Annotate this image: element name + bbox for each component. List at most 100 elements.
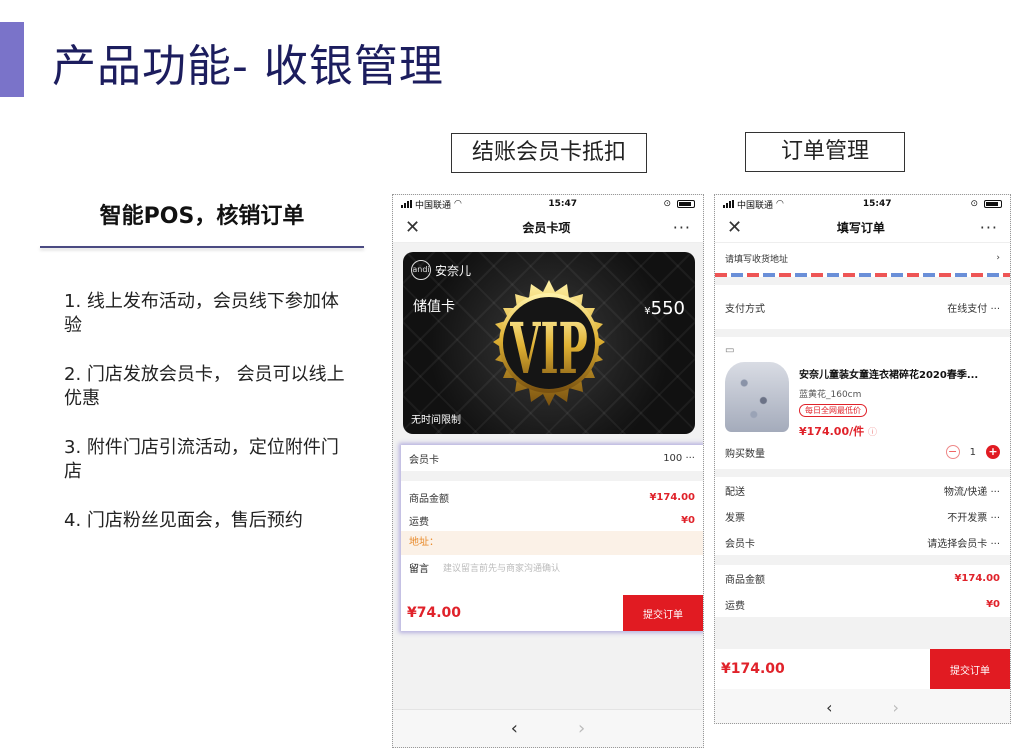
clock: 15:47 xyxy=(862,199,892,209)
plus-icon[interactable]: + xyxy=(986,445,1000,459)
order-total: ¥74.00 xyxy=(407,605,462,621)
goods-amount-row: 商品金额 ¥174.00 xyxy=(715,565,1010,591)
close-icon[interactable]: ✕ xyxy=(727,218,742,237)
lock-rotation-icon: ⊙ xyxy=(970,199,978,209)
brand-logo: andi xyxy=(411,260,431,280)
signal-icon xyxy=(401,200,412,208)
note-row: 留言 建议留言前先与商家沟通确认 xyxy=(401,555,703,579)
back-icon[interactable]: ‹ xyxy=(826,698,832,717)
member-card-label: 会员卡 xyxy=(409,454,439,466)
forward-icon[interactable]: › xyxy=(578,718,585,739)
title-accent-bar xyxy=(0,22,24,97)
amount-block: 商品金额 ¥174.00 运费 ¥0 xyxy=(715,565,1010,617)
status-bar: 中国联通 ◠ 15:47 ⊙ xyxy=(715,195,1010,213)
store-icon: ▭ xyxy=(725,345,735,356)
payment-block: 支付方式 在线支付 ··· xyxy=(715,285,1010,329)
card-type: 储值卡 xyxy=(413,299,455,315)
member-card-panel: 会员卡 100 ··· 商品金额 ¥174.00 运费 ¥0 地址： 留言 建议… xyxy=(401,445,703,631)
label-order-management: 订单管理 xyxy=(745,132,905,172)
address-row[interactable]: 地址： xyxy=(401,531,703,555)
invoice-value: 不开发票 ··· xyxy=(947,512,1000,524)
note-label: 留言 xyxy=(409,563,429,575)
browser-bottom-nav: ‹ › xyxy=(715,689,1010,723)
goods-amount-label: 商品金额 xyxy=(725,574,765,586)
product-item[interactable]: 安奈儿童装女童连衣裙碎花2020春季... 蓝黄花_160cm 每日全网最低价 … xyxy=(715,356,1010,439)
minus-icon[interactable]: − xyxy=(945,445,960,459)
card-validity: 无时间限制 xyxy=(411,415,461,426)
feature-divider xyxy=(40,246,364,248)
card-balance: ¥550 xyxy=(644,298,685,319)
quantity-stepper: − 1 + xyxy=(945,445,1000,459)
goods-amount-value: ¥174.00 xyxy=(954,572,1000,584)
product-name: 安奈儿童装女童连衣裙碎花2020春季... xyxy=(799,370,979,381)
member-card-value: 100 ··· xyxy=(663,452,695,464)
forward-icon[interactable]: › xyxy=(893,698,899,717)
submit-order-button[interactable]: 提交订单 xyxy=(930,649,1010,689)
phone-member-card-screen: 中国联通 ◠ 15:47 ⊙ ✕ 会员卡项 ··· andi 安奈儿 储值卡 ¥… xyxy=(392,194,704,748)
feature-item: 3. 附件门店引流活动，定位附件门店 xyxy=(64,437,339,482)
shipping-label: 运费 xyxy=(725,600,745,612)
nav-bar: ✕ 会员卡项 ··· xyxy=(393,213,703,243)
delivery-row[interactable]: 配送 物流/快递 ··· xyxy=(715,477,1010,503)
label-member-card-deduction: 结账会员卡抵扣 xyxy=(451,133,647,173)
lock-rotation-icon: ⊙ xyxy=(663,199,671,209)
feature-item: 1. 线上发布活动，会员线下参加体验 xyxy=(64,291,339,336)
payment-method-label: 支付方式 xyxy=(725,303,765,315)
card-brand: 安奈儿 xyxy=(435,264,472,278)
order-total: ¥174.00 xyxy=(721,661,785,677)
carrier-label: 中国联通 xyxy=(737,200,774,211)
submit-bar: ¥174.00 提交订单 xyxy=(715,649,1010,689)
note-input[interactable]: 建议留言前先与商家沟通确认 xyxy=(443,561,560,574)
payment-method-value: 在线支付 ··· xyxy=(947,303,1000,315)
shipping-row: 运费 ¥0 xyxy=(401,509,703,531)
shipping-value: ¥0 xyxy=(986,598,1000,610)
submit-bar: ¥74.00 提交订单 xyxy=(401,595,703,631)
battery-icon xyxy=(983,200,1002,208)
quantity-label: 购买数量 xyxy=(725,448,765,460)
invoice-label: 发票 xyxy=(725,512,745,524)
invoice-row[interactable]: 发票 不开发票 ··· xyxy=(715,503,1010,529)
product-block: ▭ 安奈儿童装女童连衣裙碎花2020春季... 蓝黄花_160cm 每日全网最低… xyxy=(715,337,1010,469)
lowest-price-badge: 每日全网最低价 xyxy=(799,404,867,417)
close-icon[interactable]: ✕ xyxy=(405,218,420,237)
quantity-row: 购买数量 − 1 + xyxy=(715,439,1010,465)
member-card-row[interactable]: 会员卡 请选择会员卡 ··· xyxy=(715,529,1010,555)
feature-heading: 智能POS，核销订单 xyxy=(99,204,305,229)
back-icon[interactable]: ‹ xyxy=(511,718,518,739)
goods-amount-label: 商品金额 xyxy=(409,493,449,505)
signal-icon xyxy=(723,200,734,208)
vip-card[interactable]: andi 安奈儿 储值卡 ¥550 VIP 无时间限制 xyxy=(403,252,695,434)
wifi-icon: ◠ xyxy=(454,199,462,209)
carrier-label: 中国联通 xyxy=(415,200,452,211)
goods-amount-row: 商品金额 ¥174.00 xyxy=(401,485,703,509)
more-icon[interactable]: ··· xyxy=(980,218,998,237)
more-icon[interactable]: ··· xyxy=(673,218,691,237)
wifi-icon: ◠ xyxy=(776,199,784,209)
product-price: ¥174.00/件 ⓘ xyxy=(799,425,877,438)
shipping-label: 运费 xyxy=(409,516,429,528)
product-image xyxy=(725,362,789,432)
options-block: 配送 物流/快递 ··· 发票 不开发票 ··· 会员卡 请选择会员卡 ··· xyxy=(715,477,1010,555)
browser-bottom-nav: ‹ › xyxy=(393,709,703,747)
goods-amount-value: ¥174.00 xyxy=(649,491,695,503)
vip-emblem: VIP xyxy=(493,280,605,406)
member-card-row[interactable]: 会员卡 100 ··· xyxy=(401,445,703,471)
nav-title: 会员卡项 xyxy=(522,221,571,235)
feature-list: 1. 线上发布活动，会员线下参加体验 2. 门店发放会员卡， 会员可以线上优惠 … xyxy=(64,290,354,558)
address-row[interactable]: 请填写收货地址 › xyxy=(715,243,1010,273)
feature-item: 4. 门店粉丝见面会，售后预约 xyxy=(64,510,303,531)
nav-title: 填写订单 xyxy=(836,221,885,235)
slide-title: 产品功能- 收银管理 xyxy=(52,41,444,92)
payment-method-row[interactable]: 支付方式 在线支付 ··· xyxy=(715,285,1010,329)
submit-order-button[interactable]: 提交订单 xyxy=(623,595,703,631)
delivery-label: 配送 xyxy=(725,486,745,498)
quantity-value: 1 xyxy=(969,446,976,458)
member-card-label: 会员卡 xyxy=(725,538,755,550)
info-icon: ⓘ xyxy=(867,428,877,438)
delivery-value: 物流/快递 ··· xyxy=(943,486,1000,498)
vip-emblem-text: VIP xyxy=(510,309,588,391)
feature-item: 2. 门店发放会员卡， 会员可以线上优惠 xyxy=(64,364,345,409)
shipping-row: 运费 ¥0 xyxy=(715,591,1010,617)
phone-order-screen: 中国联通 ◠ 15:47 ⊙ ✕ 填写订单 ··· 请填写收货地址 › 支付方式… xyxy=(714,194,1011,724)
shipping-value: ¥0 xyxy=(681,514,695,526)
